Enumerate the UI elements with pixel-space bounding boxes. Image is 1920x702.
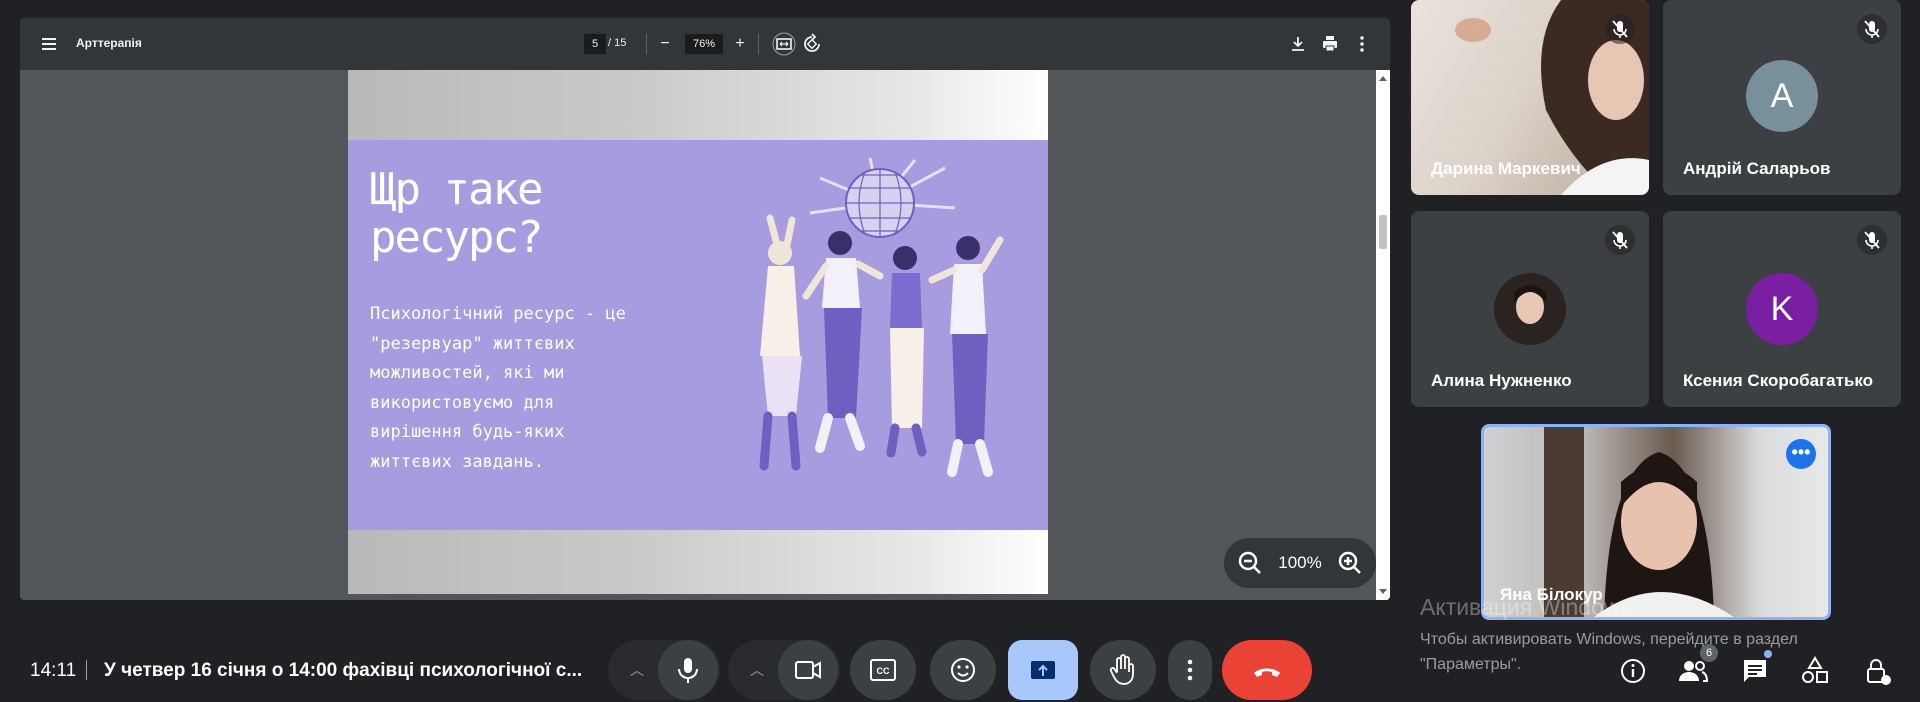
toolbar-divider <box>646 34 647 54</box>
participant-name: Ксения Скоробагатько <box>1683 371 1874 390</box>
page-number-input[interactable]: 5 <box>584 34 606 54</box>
scroll-down-icon[interactable] <box>1379 589 1387 594</box>
dancing-people-illustration <box>759 158 1004 477</box>
more-options-button[interactable] <box>1168 640 1212 700</box>
emoji-icon <box>951 658 975 682</box>
slide: Щр таке ресурс? Психологічний ресурс - ц… <box>348 140 1048 530</box>
zoom-out-icon[interactable] <box>1236 549 1264 577</box>
scroll-up-icon[interactable] <box>1379 76 1387 81</box>
meeting-time: 14:11 <box>30 660 77 681</box>
document-title: Арттерапія <box>76 36 142 50</box>
muted-mic-icon <box>1605 14 1635 44</box>
muted-mic-icon <box>1857 225 1887 255</box>
info-icon[interactable] <box>1616 654 1650 688</box>
avatar <box>1494 273 1566 345</box>
muted-mic-icon <box>1857 14 1887 44</box>
microphone-icon <box>678 658 698 683</box>
pdf-page: Щр таке ресурс? Психологічний ресурс - ц… <box>348 70 1048 594</box>
participant-tile[interactable]: A Андрій Саларьов <box>1663 0 1901 195</box>
active-speaker-tile[interactable]: ••• Яна Білокур <box>1481 424 1831 620</box>
mic-options-group: ︿ <box>608 640 720 700</box>
more-options-icon[interactable] <box>1350 32 1374 56</box>
closed-captions-icon: CC <box>870 659 896 681</box>
meeting-title: У четвер 16 січня о 14:00 фахівці психол… <box>104 660 583 681</box>
zoom-in-icon[interactable]: + <box>728 32 752 56</box>
toolbar-divider <box>758 34 759 54</box>
more-vert-icon <box>1187 659 1193 681</box>
windows-activation-title: Активация Windows <box>1420 594 1632 620</box>
slide-title-line: ресурс? <box>370 212 543 263</box>
avatar: K <box>1746 273 1818 345</box>
unread-dot <box>1764 650 1772 658</box>
camera-icon <box>795 661 821 679</box>
slide-body-line: Психологічний ресурс - це <box>370 304 626 324</box>
people-button[interactable]: 6 <box>1676 644 1718 688</box>
host-controls-icon[interactable] <box>1860 654 1894 688</box>
zoom-value: 100% <box>1278 553 1322 572</box>
muted-mic-icon <box>1605 225 1635 255</box>
participant-count-badge: 6 <box>1700 644 1718 662</box>
chevron-up-icon[interactable]: ︿ <box>750 660 764 680</box>
participant-tile[interactable]: K Ксения Скоробагатько <box>1663 211 1901 407</box>
chevron-up-icon[interactable]: ︿ <box>630 660 644 680</box>
zoom-input[interactable]: 76% <box>685 34 723 54</box>
raise-hand-button[interactable] <box>1090 640 1156 700</box>
participant-tile[interactable]: Алина Нужненко <box>1411 211 1649 407</box>
camera-button[interactable] <box>778 640 838 700</box>
zoom-out-icon[interactable]: − <box>653 32 677 56</box>
captions-button[interactable]: CC <box>850 640 916 700</box>
more-options-icon[interactable]: ••• <box>1786 439 1816 469</box>
present-screen-icon <box>1031 661 1055 679</box>
microphone-button[interactable] <box>658 640 718 700</box>
fit-page-icon[interactable] <box>772 32 796 56</box>
slide-body-line: "резервуар" життєвих <box>370 333 575 354</box>
activities-icon[interactable] <box>1798 654 1832 688</box>
avatar: A <box>1746 60 1818 132</box>
print-icon[interactable] <box>1318 32 1342 56</box>
chat-icon <box>1744 660 1766 682</box>
slide-title-line: Щр таке <box>370 164 543 215</box>
download-icon[interactable] <box>1286 32 1310 56</box>
page-total: / 15 <box>608 37 627 49</box>
slide-title: Щр таке ресурс? <box>370 164 543 263</box>
participant-name: Алина Нужненко <box>1431 371 1572 390</box>
vertical-scrollbar[interactable] <box>1376 70 1390 600</box>
participant-tile-video[interactable]: Дарина Маркевич <box>1411 0 1649 195</box>
slide-body-line: вирішення будь-яких <box>370 422 565 442</box>
leave-call-button[interactable] <box>1222 640 1312 700</box>
rotate-icon[interactable] <box>800 32 824 56</box>
scroll-thumb[interactable] <box>1379 215 1387 249</box>
slide-body-line: життєвих завдань. <box>370 451 544 472</box>
reactions-button[interactable] <box>930 640 996 700</box>
menu-icon[interactable] <box>38 32 62 56</box>
camera-options-group: ︿ <box>728 640 840 700</box>
divider <box>86 660 87 680</box>
participant-name: Дарина Маркевич <box>1431 159 1581 178</box>
present-screen-button[interactable] <box>1008 640 1078 700</box>
raise-hand-icon <box>1109 654 1134 685</box>
chat-button[interactable] <box>1738 650 1772 688</box>
hang-up-icon <box>1254 668 1280 677</box>
pdf-viewer: Арттерапія 5 / 15 − 76% + Щр таке ресурс… <box>20 18 1390 600</box>
pdf-toolbar: Арттерапія 5 / 15 − 76% + <box>20 18 1390 70</box>
slide-body: Психологічний ресурс - це "резервуар" жи… <box>370 300 690 477</box>
slide-body-line: використовуємо для <box>370 392 555 413</box>
slide-body-line: можливостей, які ми <box>370 363 565 383</box>
zoom-in-icon[interactable] <box>1336 549 1364 577</box>
participant-name: Андрій Саларьов <box>1683 159 1831 178</box>
zoom-control: 100% <box>1224 538 1376 588</box>
svg-text:CC: CC <box>877 666 890 676</box>
